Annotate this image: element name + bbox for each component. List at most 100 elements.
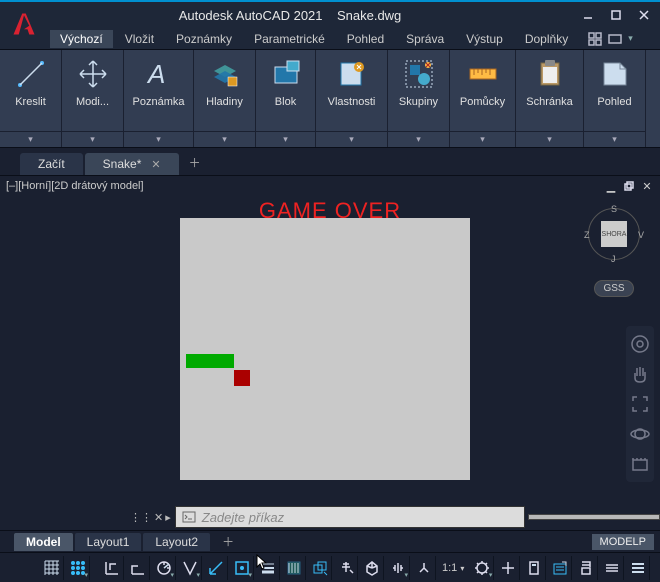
ribbon-label: Pomůcky <box>460 96 505 108</box>
gss-badge[interactable]: GSS <box>594 280 633 297</box>
window-title: Autodesk AutoCAD 2021 Snake.dwg <box>4 8 576 23</box>
close-button[interactable] <box>632 5 656 25</box>
panel-expand[interactable] <box>584 131 645 145</box>
menu-tab-home[interactable]: Výchozí <box>50 30 113 48</box>
ribbon-label: Hladiny <box>206 96 243 108</box>
cube-face-top[interactable]: SHORA <box>601 221 627 247</box>
quick-props-button[interactable] <box>548 556 572 580</box>
panel-expand[interactable] <box>0 131 61 145</box>
menu-tab-manage[interactable]: Správa <box>396 30 454 48</box>
showmotion-icon[interactable] <box>630 454 650 474</box>
svg-text:A: A <box>146 59 165 89</box>
panel-expand[interactable] <box>124 131 193 145</box>
doc-tab-snake[interactable]: Snake*✕ <box>85 153 179 175</box>
ribbon-panel-properties[interactable]: Vlastnosti <box>316 50 388 147</box>
ribbon-panel-clipboard[interactable]: Schránka <box>516 50 584 147</box>
cmd-recent-icon[interactable]: ▸ <box>165 511 171 524</box>
workspace-switch-button[interactable]: ▾ <box>470 556 494 580</box>
new-tab-button[interactable]: ＋ <box>181 150 205 175</box>
close-icon[interactable]: ✕ <box>151 158 160 171</box>
menu-tab-insert[interactable]: Vložit <box>115 30 164 48</box>
ribbon-panel-utils[interactable]: Pomůcky <box>450 50 516 147</box>
drawing-area[interactable]: GAME OVER SHORA S V J Z GSS <box>0 196 660 504</box>
snap-mode-button[interactable]: ▾ <box>66 556 90 580</box>
wheel-icon[interactable] <box>630 334 650 354</box>
maximize-button[interactable] <box>604 5 628 25</box>
lock-ui-button[interactable] <box>574 556 598 580</box>
model-canvas[interactable] <box>180 218 470 480</box>
ribbon-label: Pohled <box>597 96 631 108</box>
ribbon-panel-groups[interactable]: Skupiny <box>388 50 450 147</box>
panel-expand[interactable] <box>516 131 583 145</box>
menu-tab-output[interactable]: Výstup <box>456 30 513 48</box>
orbit-icon[interactable] <box>630 424 650 444</box>
3d-osnap-button[interactable] <box>334 556 358 580</box>
ribbon-label: Schránka <box>526 96 572 108</box>
menu-tab-addins[interactable]: Doplňky <box>515 30 578 48</box>
units-button[interactable] <box>522 556 546 580</box>
cmd-close-icon[interactable]: ✕ <box>154 511 163 524</box>
title-bar: Autodesk AutoCAD 2021 Snake.dwg <box>0 0 660 28</box>
command-scroll[interactable] <box>528 514 660 520</box>
panel-expand[interactable] <box>194 131 255 145</box>
menu-bar: Výchozí Vložit Poznámky Parametrické Poh… <box>0 28 660 50</box>
panel-expand[interactable] <box>316 131 387 145</box>
ortho-mode-button[interactable]: ▾ <box>152 556 176 580</box>
zoom-extents-icon[interactable] <box>630 394 650 414</box>
layout-tab-model[interactable]: Model <box>14 533 73 551</box>
compass-s: J <box>611 254 616 264</box>
menu-tab-annotate[interactable]: Poznámky <box>166 30 242 48</box>
ribbon-options-icon[interactable] <box>608 32 622 46</box>
command-placeholder: Zadejte příkaz <box>202 510 284 525</box>
vp-minimize-icon[interactable]: ▁ <box>604 179 618 193</box>
add-layout-button[interactable]: ＋ <box>212 531 244 552</box>
ribbon-panel-modify[interactable]: Modi... <box>62 50 124 147</box>
ribbon-panel-annotate[interactable]: A Poznámka <box>124 50 194 147</box>
layout-tab-1[interactable]: Layout1 <box>75 533 142 551</box>
selection-cycling-button[interactable] <box>308 556 332 580</box>
infer-constraints-button[interactable] <box>100 556 124 580</box>
customize-button[interactable] <box>626 556 650 580</box>
status-bar: ▾ ▾ ▾ ▾ ▾ 1:1 ▾ ▾ <box>0 552 660 582</box>
clipboard-icon <box>532 56 568 92</box>
chevron-down-icon[interactable]: ▾ <box>628 33 633 44</box>
snake-segment <box>186 354 202 368</box>
pan-icon[interactable] <box>630 364 650 384</box>
osnap-button[interactable]: ▾ <box>230 556 254 580</box>
panel-expand[interactable] <box>62 131 123 145</box>
dynamic-ucs-button[interactable] <box>360 556 384 580</box>
selection-filter-button[interactable]: ▾ <box>386 556 410 580</box>
grid-display-button[interactable] <box>40 556 64 580</box>
ribbon-label: Poznámka <box>133 96 185 108</box>
ribbon-panel-block[interactable]: Blok <box>256 50 316 147</box>
ribbon-panel-view[interactable]: Pohled <box>584 50 646 147</box>
vp-close-icon[interactable]: ✕ <box>640 179 654 193</box>
featured-apps-icon[interactable] <box>588 32 602 46</box>
menu-tab-parametric[interactable]: Parametrické <box>244 30 335 48</box>
vp-restore-icon[interactable] <box>622 179 636 193</box>
isolate-objects-button[interactable] <box>600 556 624 580</box>
minimize-button[interactable] <box>576 5 600 25</box>
panel-expand[interactable] <box>256 131 315 145</box>
ribbon-panel-draw[interactable]: Kreslit <box>0 50 62 147</box>
ribbon-panel-layers[interactable]: Hladiny <box>194 50 256 147</box>
transparency-button[interactable] <box>282 556 306 580</box>
ribbon-label: Kreslit <box>15 96 46 108</box>
doc-tab-start[interactable]: Začít <box>20 153 83 175</box>
gizmo-button[interactable] <box>412 556 436 580</box>
cmd-handle-icon[interactable]: ⋮⋮ <box>130 511 152 524</box>
isometric-draft-button[interactable] <box>204 556 228 580</box>
dynamic-input-button[interactable] <box>126 556 150 580</box>
menu-tab-view[interactable]: Pohled <box>337 30 394 48</box>
text-icon: A <box>141 56 177 92</box>
panel-expand[interactable] <box>450 131 515 145</box>
command-input[interactable]: Zadejte příkaz <box>175 506 525 528</box>
layout-tab-2[interactable]: Layout2 <box>143 533 210 551</box>
model-space-indicator[interactable]: MODELP <box>592 534 654 550</box>
polar-tracking-button[interactable]: ▾ <box>178 556 202 580</box>
snake-segment <box>202 354 218 368</box>
viewport-label[interactable]: [–][Horní][2D drátový model] <box>6 180 144 192</box>
annotation-monitor-button[interactable] <box>496 556 520 580</box>
view-cube[interactable]: SHORA S V J Z GSS <box>584 208 644 298</box>
panel-expand[interactable] <box>388 131 449 145</box>
